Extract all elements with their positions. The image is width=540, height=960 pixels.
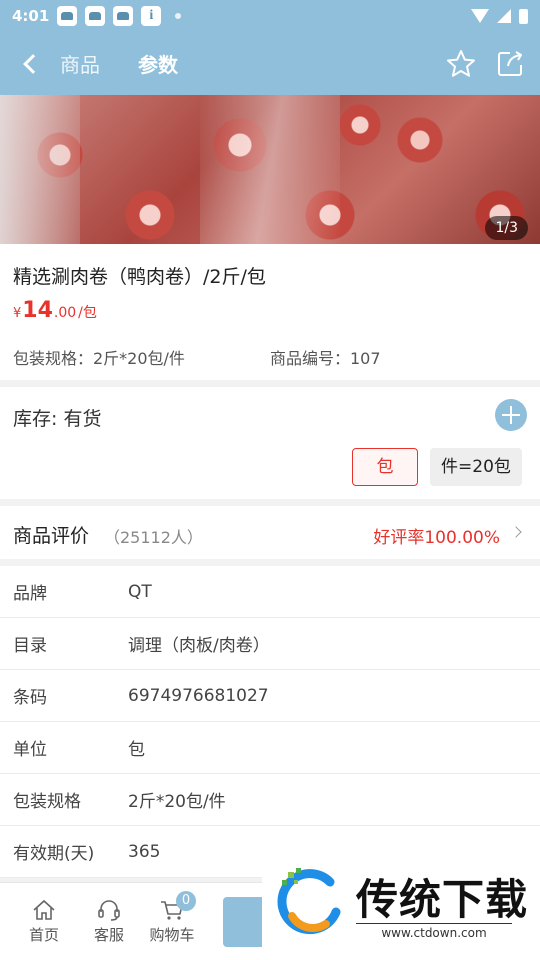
review-row[interactable]: 商品评价 （25112人） 好评率100.00% <box>0 506 540 559</box>
more-notifications-dot <box>175 13 182 19</box>
param-value: 365 <box>128 841 161 862</box>
add-quantity-button[interactable] <box>495 399 527 431</box>
car-notification-icon <box>57 6 78 26</box>
home-tab[interactable]: 首页 <box>14 899 74 945</box>
back-button[interactable] <box>0 32 60 95</box>
info-notification-icon: i <box>141 6 162 26</box>
params-table: 品牌 QT 目录 调理（肉板/肉卷） 条码 6974976681027 单位 包… <box>0 566 540 878</box>
param-row: 单位 包 <box>0 722 540 774</box>
car-notification-icon <box>113 6 134 26</box>
watermark: 传统下载 www.ctdown.com <box>262 860 540 960</box>
param-row: 目录 调理（肉板/肉卷） <box>0 618 540 670</box>
param-row: 包装规格 2斤*20包/件 <box>0 774 540 826</box>
positive-rate: 好评率100.00% <box>373 528 500 548</box>
packaging-spec: 包装规格：2斤*20包/件 <box>13 349 185 368</box>
param-key: 单位 <box>13 740 47 760</box>
product-code: 商品编号：107 <box>270 349 381 368</box>
watermark-title: 传统下载 <box>356 875 529 924</box>
unit-option-case[interactable]: 件=20包 <box>430 448 522 486</box>
cart-count-badge: 0 <box>176 891 196 911</box>
home-tab-label: 首页 <box>28 926 59 944</box>
param-key: 有效期(天) <box>13 844 95 864</box>
chevron-left-icon <box>23 53 43 74</box>
favorite-button[interactable] <box>446 49 476 79</box>
image-counter: 1/3 <box>485 216 528 240</box>
price-decimal: .00 <box>53 305 77 321</box>
car-notification-icon <box>85 6 106 26</box>
param-value: QT <box>128 581 152 602</box>
product-title: 精选涮肉卷（鸭肉卷）/2斤/包 <box>13 266 266 288</box>
headset-icon <box>98 900 120 921</box>
review-title: 商品评价 <box>13 525 90 547</box>
watermark-url: www.ctdown.com <box>356 923 512 940</box>
status-time: 4:01 <box>12 7 50 25</box>
param-key: 品牌 <box>13 584 47 604</box>
unit-option-bag[interactable]: 包 <box>352 448 418 486</box>
stock-section: 库存: 有货 包 件=20包 <box>0 387 540 499</box>
stock-status: 库存: 有货 <box>13 408 102 430</box>
price-currency: ¥ <box>13 306 22 321</box>
watermark-logo-icon <box>277 868 341 935</box>
star-icon <box>447 49 475 77</box>
param-row: 条码 6974976681027 <box>0 670 540 722</box>
battery-icon <box>519 8 528 24</box>
tab-params[interactable]: 参数 <box>138 49 178 78</box>
cart-tab[interactable]: 购物车 0 <box>142 891 202 945</box>
nav-bar: 商品 参数 <box>0 32 540 95</box>
price-integer: 14 <box>22 298 53 323</box>
status-bar: 4:01 i <box>0 0 540 32</box>
param-row: 品牌 QT <box>0 566 540 618</box>
share-icon <box>498 50 522 76</box>
product-image[interactable]: 1/3 <box>0 95 540 244</box>
param-key: 目录 <box>13 636 47 656</box>
service-tab[interactable]: 客服 <box>79 899 139 945</box>
signal-icon <box>497 9 511 23</box>
share-button[interactable] <box>496 50 524 78</box>
wifi-icon <box>471 9 489 23</box>
product-price: ¥ 14 .00 /包 <box>13 298 97 323</box>
param-key: 包装规格 <box>13 792 81 812</box>
cart-tab-label: 购物车 <box>149 926 195 944</box>
param-value: 6974976681027 <box>128 685 269 706</box>
tab-product[interactable]: 商品 <box>60 49 100 78</box>
param-value: 包 <box>128 740 145 760</box>
param-key: 条码 <box>13 688 47 708</box>
param-value: 调理（肉板/肉卷） <box>128 636 270 656</box>
review-count: （25112人） <box>104 528 203 547</box>
product-info: 精选涮肉卷（鸭肉卷）/2斤/包 ¥ 14 .00 /包 包装规格：2斤*20包/… <box>0 244 540 380</box>
home-icon <box>33 899 55 920</box>
param-value: 2斤*20包/件 <box>128 792 226 812</box>
service-tab-label: 客服 <box>93 926 124 944</box>
chevron-right-icon <box>510 526 522 538</box>
price-unit: /包 <box>78 305 97 321</box>
